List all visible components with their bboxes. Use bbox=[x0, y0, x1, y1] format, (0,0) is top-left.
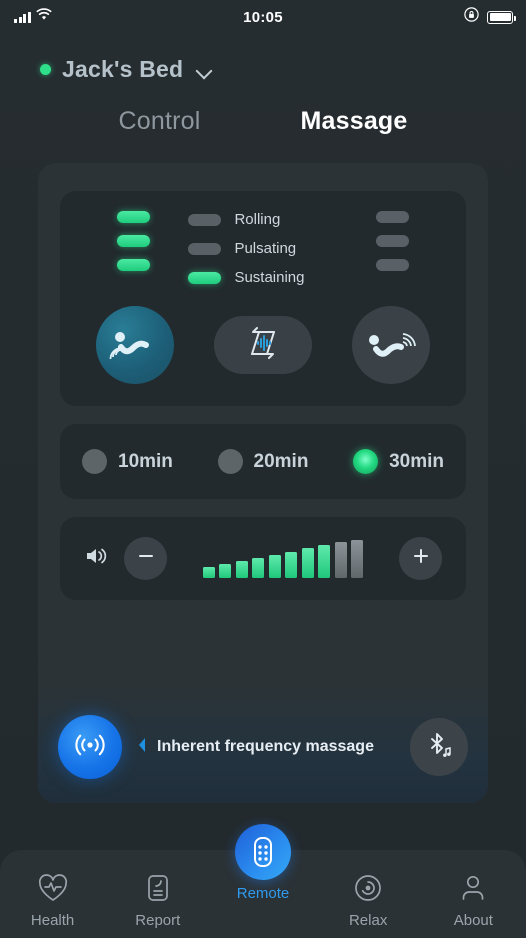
person-leg-wave-icon bbox=[365, 323, 417, 368]
nav-item-remote[interactable]: Remote bbox=[235, 824, 291, 902]
indicator-pill[interactable] bbox=[188, 271, 222, 284]
indicator-pill[interactable] bbox=[376, 259, 410, 271]
intensity-card bbox=[60, 517, 466, 600]
remote-control-icon[interactable] bbox=[235, 824, 291, 880]
frequency-label: Inherent frequency massage bbox=[157, 738, 374, 755]
tab-massage[interactable]: Massage bbox=[300, 107, 407, 136]
nav-label: About bbox=[453, 912, 493, 929]
mode-row-pulsating[interactable]: Pulsating bbox=[188, 240, 296, 257]
radio-dot[interactable] bbox=[353, 449, 379, 474]
plus-icon bbox=[411, 546, 431, 571]
volume-icon bbox=[84, 544, 112, 573]
nav-item-health[interactable]: Health bbox=[7, 869, 99, 929]
intensity-increase-button[interactable] bbox=[399, 537, 442, 580]
modes-card: Rolling Pulsating Sustaining bbox=[60, 191, 466, 406]
level-bar[interactable] bbox=[334, 541, 347, 578]
rotation-lock-icon bbox=[464, 7, 479, 27]
timer-card: 10min 20min 30min bbox=[60, 424, 466, 499]
indicator-pill[interactable] bbox=[188, 242, 222, 255]
bluetooth-music-icon bbox=[424, 729, 454, 766]
nav-label: Remote bbox=[236, 885, 290, 902]
bluetooth-audio-button[interactable] bbox=[410, 718, 468, 776]
level-bar[interactable] bbox=[219, 563, 232, 578]
level-bar[interactable] bbox=[268, 554, 281, 578]
radio-waves-icon bbox=[72, 730, 108, 765]
intensity-level-bars[interactable] bbox=[179, 539, 387, 578]
nav-label: Health bbox=[30, 912, 75, 929]
level-bar[interactable] bbox=[285, 551, 298, 578]
tab-bar: Control Massage bbox=[0, 107, 526, 136]
level-bar[interactable] bbox=[235, 560, 248, 578]
level-bar[interactable] bbox=[351, 539, 364, 578]
indicator-column-right bbox=[338, 211, 448, 286]
bottom-navigation: Health Report Remote R bbox=[0, 824, 526, 938]
mode-label: Sustaining bbox=[234, 269, 305, 286]
frequency-bar: Inherent frequency massage bbox=[38, 691, 488, 803]
indicator-pill[interactable] bbox=[116, 259, 150, 271]
person-icon bbox=[458, 869, 488, 907]
status-bar-right bbox=[464, 7, 516, 27]
leg-massage-button[interactable] bbox=[352, 306, 430, 384]
level-bar[interactable] bbox=[301, 547, 314, 578]
timer-option-20min[interactable]: 20min bbox=[217, 449, 309, 474]
level-bar[interactable] bbox=[318, 544, 331, 578]
frequency-toggle-button[interactable] bbox=[58, 715, 122, 779]
chevron-left-icon[interactable] bbox=[136, 736, 148, 759]
mode-indicator-grid: Rolling Pulsating Sustaining bbox=[60, 211, 466, 286]
nav-item-relax[interactable]: Relax bbox=[322, 869, 414, 929]
frequency-selector[interactable]: Inherent frequency massage bbox=[136, 736, 396, 759]
device-selector[interactable]: Jack's Bed bbox=[0, 34, 526, 83]
relax-target-icon bbox=[353, 869, 383, 907]
mode-label: Rolling bbox=[234, 211, 281, 228]
mode-row-rolling[interactable]: Rolling bbox=[188, 211, 280, 228]
indicator-pill[interactable] bbox=[116, 211, 150, 223]
massage-panel: Rolling Pulsating Sustaining 10min 20min… bbox=[38, 163, 488, 803]
tab-control[interactable]: Control bbox=[118, 107, 200, 136]
timer-label: 10min bbox=[118, 450, 173, 472]
person-back-vibration-icon bbox=[109, 323, 161, 368]
radio-dot[interactable] bbox=[217, 449, 243, 474]
report-document-icon bbox=[143, 869, 173, 907]
timer-option-30min[interactable]: 30min bbox=[353, 449, 444, 474]
timer-label: 20min bbox=[253, 450, 309, 472]
indicator-column-middle: Rolling Pulsating Sustaining bbox=[188, 211, 337, 286]
timer-option-10min[interactable]: 10min bbox=[82, 449, 173, 474]
heart-pulse-icon bbox=[37, 869, 69, 907]
nav-label: Report bbox=[135, 912, 181, 929]
sync-wave-button[interactable] bbox=[214, 316, 312, 374]
mode-row-sustaining[interactable]: Sustaining bbox=[188, 269, 305, 286]
level-bar[interactable] bbox=[202, 566, 215, 578]
indicator-column-left bbox=[78, 211, 188, 286]
online-dot bbox=[40, 64, 51, 75]
nav-item-report[interactable]: Report bbox=[112, 869, 204, 929]
radio-dot[interactable] bbox=[82, 449, 107, 474]
indicator-pill[interactable] bbox=[188, 213, 222, 226]
device-name: Jack's Bed bbox=[62, 56, 184, 82]
sync-waveform-icon bbox=[240, 323, 286, 368]
mode-buttons bbox=[60, 306, 466, 384]
status-bar-clock: 10:05 bbox=[243, 8, 283, 26]
mode-label: Pulsating bbox=[234, 240, 297, 257]
indicator-pill[interactable] bbox=[116, 235, 150, 247]
back-massage-button[interactable] bbox=[96, 306, 174, 384]
status-bar: 10:05 bbox=[0, 0, 526, 34]
battery-full-icon bbox=[487, 10, 516, 24]
indicator-pill[interactable] bbox=[376, 211, 410, 223]
chevron-down-icon[interactable] bbox=[196, 62, 212, 78]
minus-icon bbox=[136, 546, 156, 571]
nav-label: Relax bbox=[348, 912, 388, 929]
intensity-decrease-button[interactable] bbox=[124, 537, 167, 580]
app-screen: 10:05 Jack's Bed Control Massage Rolling… bbox=[0, 0, 526, 938]
indicator-pill[interactable] bbox=[376, 235, 410, 247]
level-bar[interactable] bbox=[252, 557, 265, 578]
nav-item-about[interactable]: About bbox=[427, 869, 519, 929]
timer-label: 30min bbox=[389, 450, 444, 472]
